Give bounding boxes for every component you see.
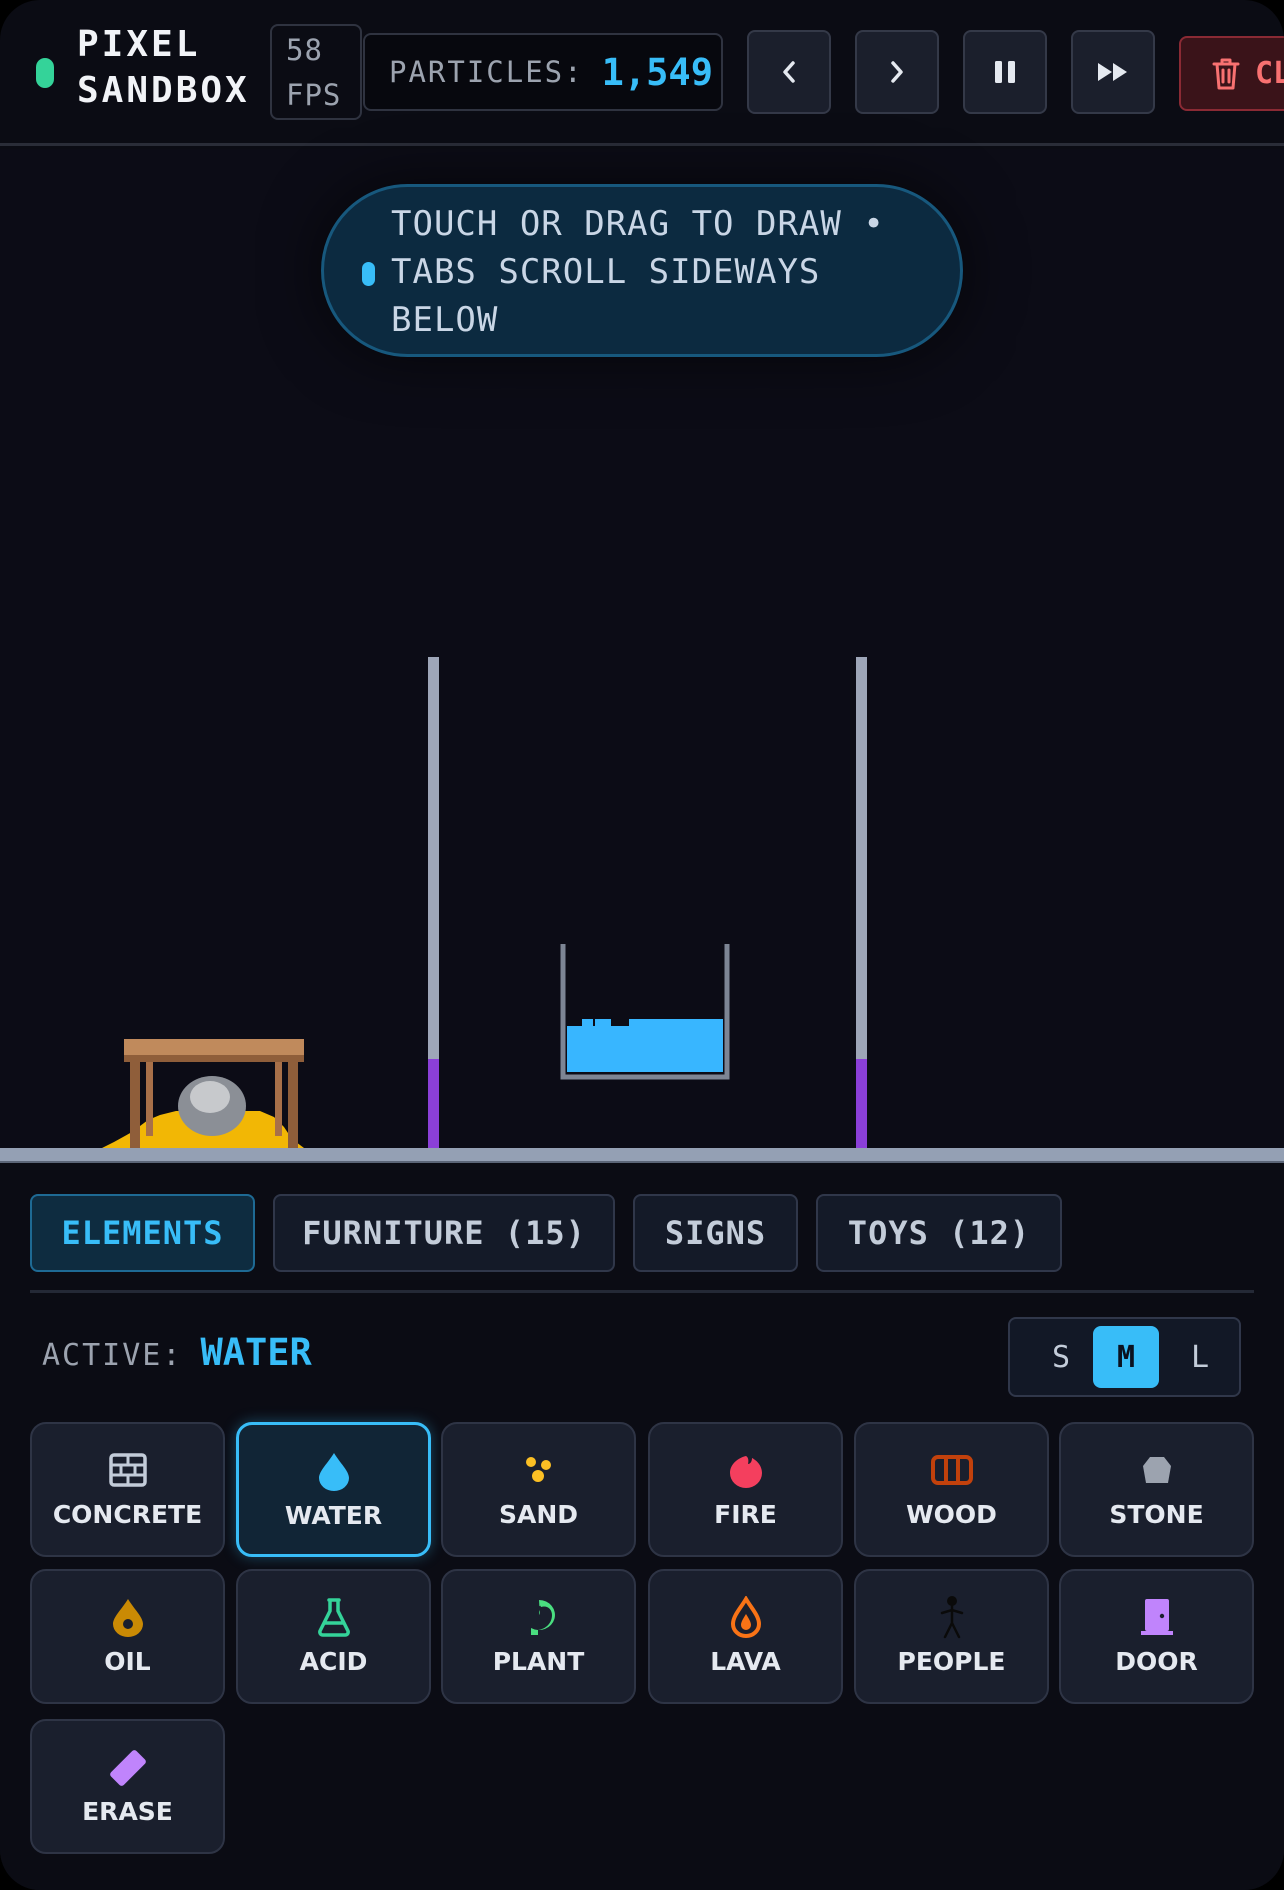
clear-label: CL <box>1255 56 1284 91</box>
hint-dot <box>362 262 375 286</box>
sand-icon <box>517 1450 561 1490</box>
element-label: FIRE <box>714 1500 777 1529</box>
hint-text: TOUCH OR DRAG TO DRAW • TABS SCROLL SIDE… <box>391 204 885 340</box>
left-wall <box>428 657 439 1067</box>
door-icon <box>1135 1597 1179 1637</box>
tab-signs[interactable]: SIGNS <box>633 1194 798 1272</box>
element-label: PEOPLE <box>897 1647 1006 1676</box>
right-wall-base <box>856 1059 867 1158</box>
lava-icon <box>724 1596 768 1638</box>
element-water-button[interactable]: WATER <box>236 1422 431 1557</box>
element-stone-button[interactable]: STONE <box>1059 1422 1254 1557</box>
fps-counter: 58 FPS <box>270 24 362 120</box>
concrete-icon <box>106 1450 150 1490</box>
hint-banner: TOUCH OR DRAG TO DRAW • TABS SCROLL SIDE… <box>321 184 963 357</box>
top-bar: PIXEL SANDBOX 58 FPS PARTICLES: 1,549 CL <box>0 0 1284 146</box>
app-title: PIXEL SANDBOX <box>77 22 267 114</box>
element-plant-button[interactable]: PLANT <box>441 1569 636 1704</box>
chevron-right-icon <box>891 61 903 83</box>
sandbox-canvas[interactable]: TOUCH OR DRAG TO DRAW • TABS SCROLL SIDE… <box>0 149 1284 1163</box>
stone-icon <box>1135 1450 1179 1490</box>
pixel-sandbox-app: PIXEL SANDBOX 58 FPS PARTICLES: 1,549 CL <box>0 0 1284 1890</box>
oil-icon <box>106 1597 150 1637</box>
element-label: WOOD <box>906 1500 997 1529</box>
particle-counter: PARTICLES: 1,549 <box>363 33 723 111</box>
plant-icon <box>517 1597 561 1637</box>
fps-label: FPS <box>286 78 342 112</box>
fast-forward-icon <box>1098 63 1127 81</box>
brush-size-selector: S M L <box>1008 1317 1241 1397</box>
element-label: OIL <box>104 1647 151 1676</box>
active-label: ACTIVE: <box>42 1338 183 1373</box>
tabs-divider <box>30 1290 1254 1293</box>
chevron-left-icon <box>783 61 795 83</box>
tab-elements-label: ELEMENTS <box>61 1214 224 1252</box>
app-title-line2: SANDBOX <box>77 70 250 111</box>
tab-furniture[interactable]: FURNITURE (15) <box>273 1194 615 1272</box>
element-fire-button[interactable]: FIRE <box>648 1422 843 1557</box>
element-sand-button[interactable]: SAND <box>441 1422 636 1557</box>
element-label: WATER <box>284 1501 383 1530</box>
element-label: PLANT <box>492 1647 585 1676</box>
active-element-indicator: ACTIVE: WATER <box>42 1331 312 1374</box>
left-wall-base <box>428 1059 439 1158</box>
element-people-button[interactable]: PEOPLE <box>854 1569 1049 1704</box>
element-oil-button[interactable]: OIL <box>30 1569 225 1704</box>
pause-button[interactable] <box>963 30 1047 114</box>
element-label: CONCRETE <box>52 1500 203 1529</box>
next-button[interactable] <box>855 30 939 114</box>
size-large-button[interactable]: L <box>1167 1326 1233 1388</box>
previous-button[interactable] <box>747 30 831 114</box>
element-erase-button[interactable]: ERASE <box>30 1719 225 1854</box>
fps-value: 58 <box>286 33 323 67</box>
status-indicator <box>36 58 54 88</box>
right-wall <box>856 657 867 1067</box>
pause-icon <box>995 61 1015 83</box>
tab-signs-label: SIGNS <box>664 1214 767 1252</box>
flask-icon <box>312 1597 356 1637</box>
ground <box>0 1148 1284 1163</box>
element-label: LAVA <box>710 1647 781 1676</box>
eraser-icon <box>106 1747 150 1787</box>
app-title-line1: PIXEL <box>77 24 201 65</box>
wood-icon <box>930 1450 974 1490</box>
water-body <box>567 1019 723 1072</box>
element-label: ERASE <box>82 1797 173 1826</box>
person-icon <box>930 1596 974 1639</box>
tab-elements[interactable]: ELEMENTS <box>30 1194 255 1272</box>
fast-forward-button[interactable] <box>1071 30 1155 114</box>
water-drop-icon <box>312 1451 356 1491</box>
element-label: ACID <box>299 1647 368 1676</box>
element-label: STONE <box>1109 1500 1204 1529</box>
active-value: WATER <box>200 1331 312 1374</box>
size-small-button[interactable]: S <box>1028 1326 1094 1388</box>
fire-icon <box>724 1450 768 1490</box>
trash-icon <box>1212 58 1240 89</box>
particles-value: 1,549 <box>601 50 713 94</box>
element-label: SAND <box>498 1500 579 1529</box>
particles-label: PARTICLES: <box>389 55 584 89</box>
tab-toys-label: TOYS (12) <box>847 1214 1031 1252</box>
tool-panel: ELEMENTS FURNITURE (15) SIGNS TOYS (12) … <box>0 1163 1284 1890</box>
tab-furniture-label: FURNITURE (15) <box>302 1214 586 1252</box>
element-wood-button[interactable]: WOOD <box>854 1422 1049 1557</box>
clear-button[interactable]: CL <box>1179 36 1284 111</box>
element-lava-button[interactable]: LAVA <box>648 1569 843 1704</box>
tab-toys[interactable]: TOYS (12) <box>816 1194 1062 1272</box>
element-acid-button[interactable]: ACID <box>236 1569 431 1704</box>
water-container <box>560 944 730 1080</box>
element-door-button[interactable]: DOOR <box>1059 1569 1254 1704</box>
element-label: DOOR <box>1115 1647 1198 1676</box>
element-concrete-button[interactable]: CONCRETE <box>30 1422 225 1557</box>
size-medium-button[interactable]: M <box>1093 1326 1159 1388</box>
